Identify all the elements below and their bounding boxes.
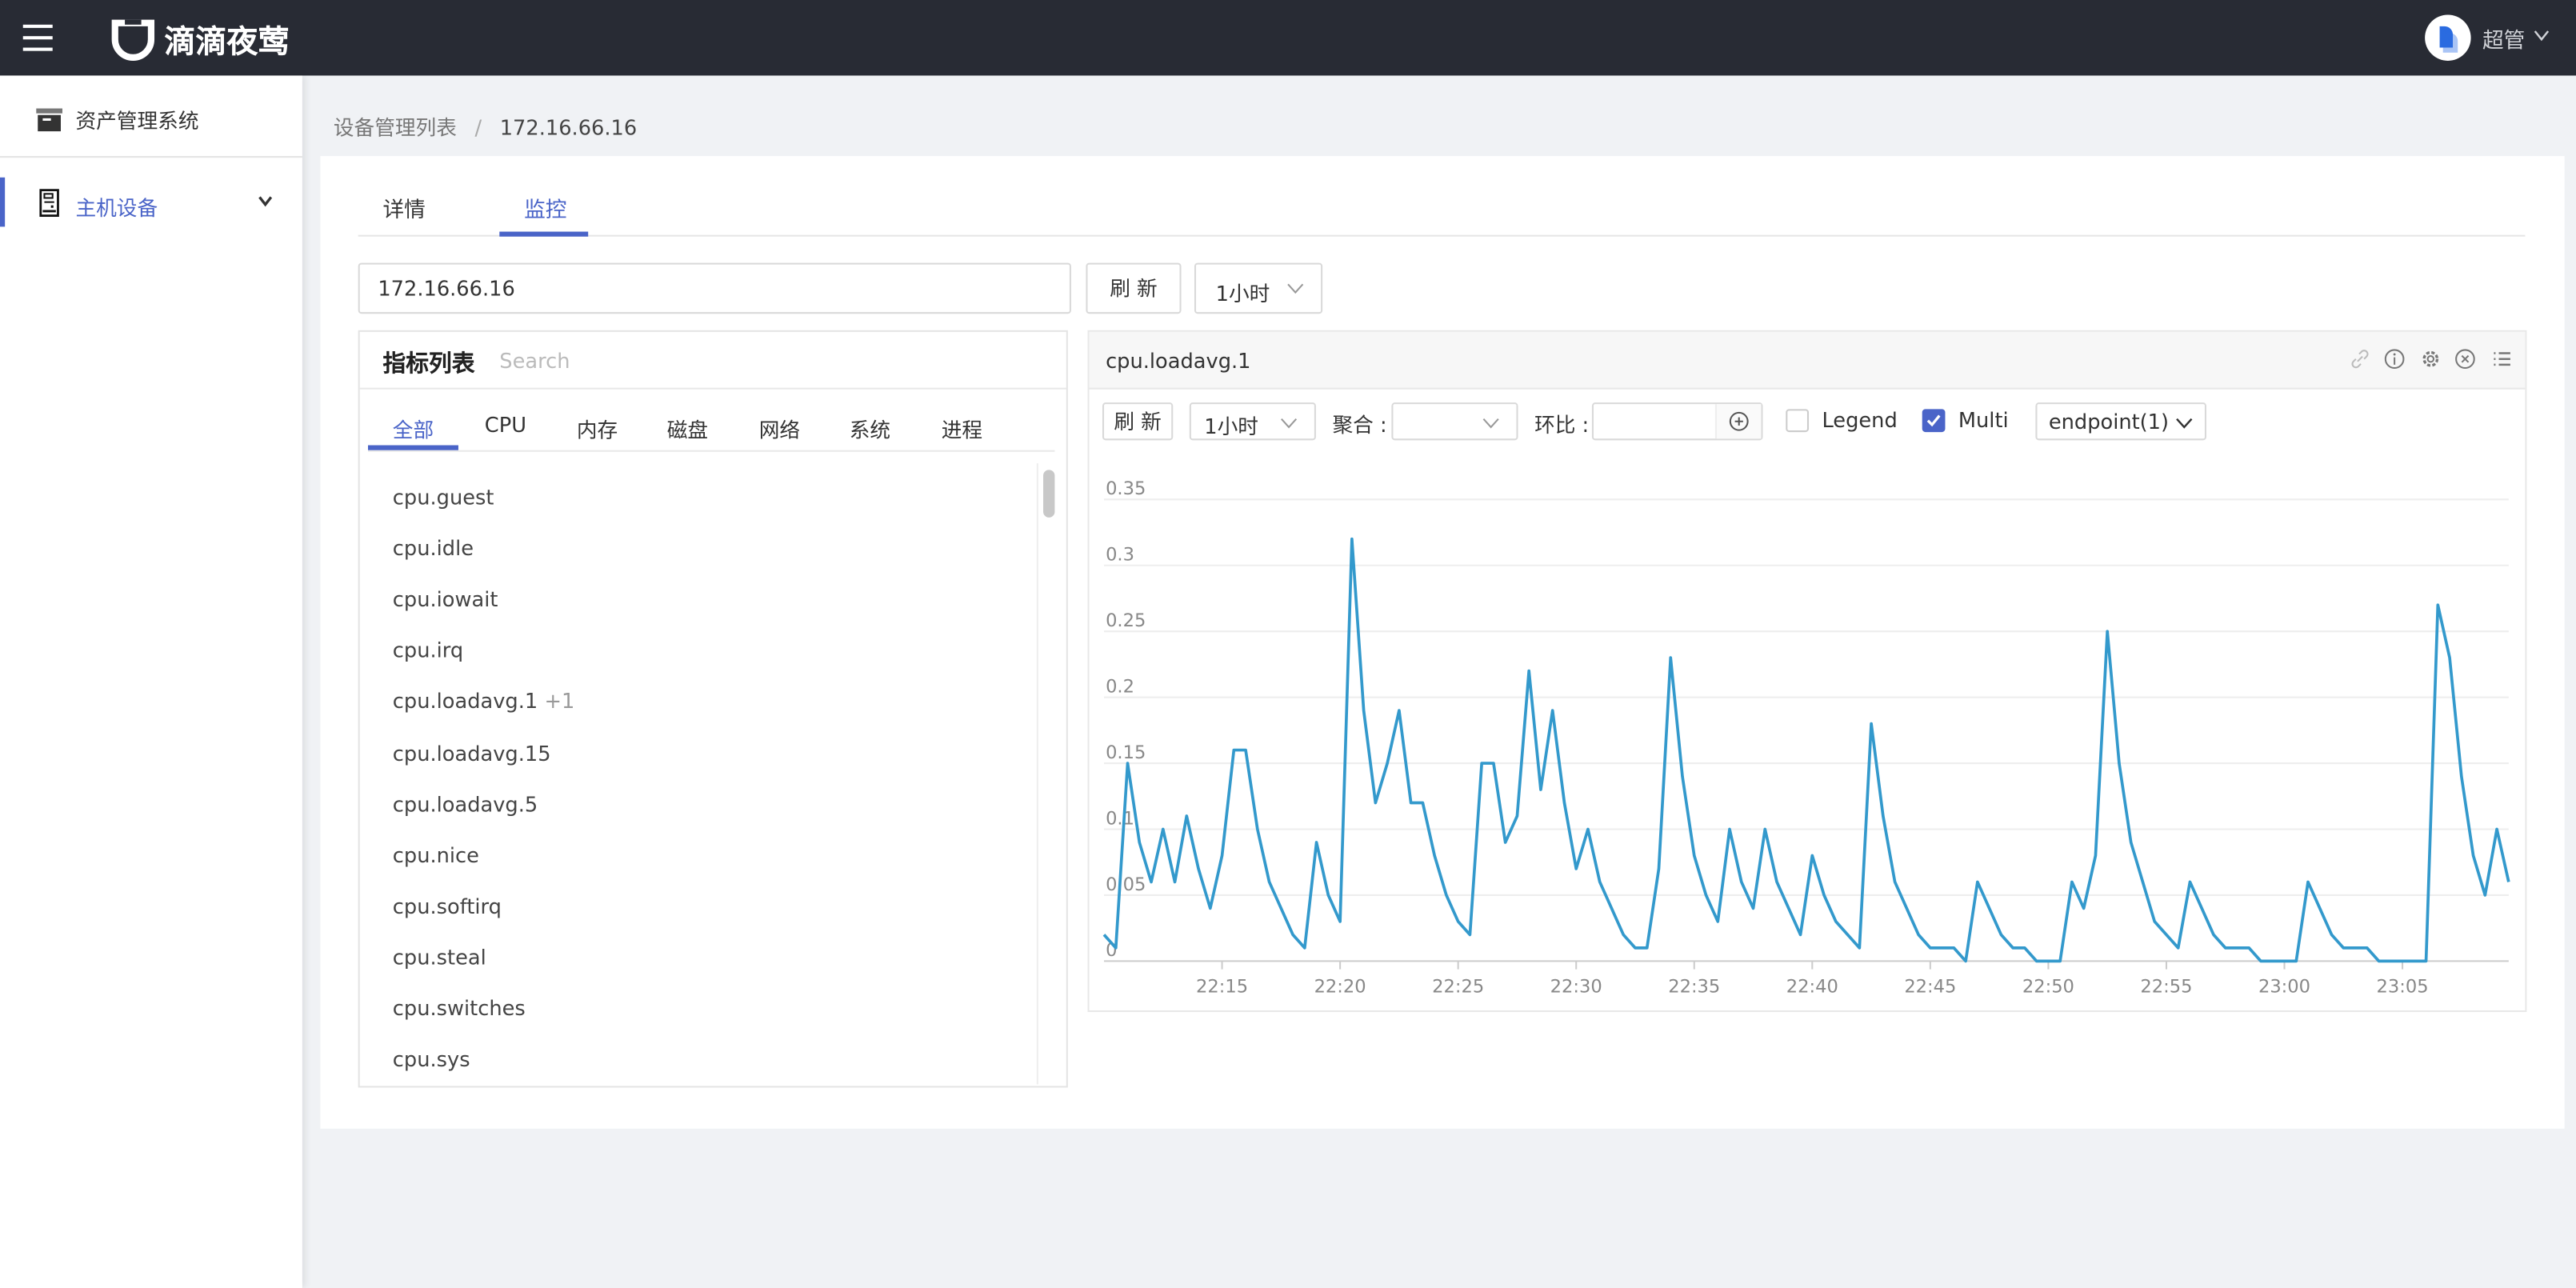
y-tick-label: 0.2	[1106, 676, 1134, 697]
x-tick-label: 22:30	[1550, 976, 1602, 997]
y-tick-label: 0.1	[1106, 808, 1134, 829]
x-tick-label: 22:40	[1786, 976, 1838, 997]
x-tick-label: 22:50	[2022, 976, 2074, 997]
x-tick-label: 23:05	[2377, 976, 2429, 997]
x-tick-label: 22:15	[1196, 976, 1248, 997]
y-tick-label: 0.35	[1106, 478, 1146, 499]
x-tick-label: 23:00	[2258, 976, 2310, 997]
y-tick-label: 0.25	[1106, 610, 1146, 631]
app-root: 滴滴夜莺 超管 资产管理系统 主机设备 设备管理列表 / 172.16.66.1…	[0, 0, 2576, 1288]
x-tick-label: 22:35	[1668, 976, 1720, 997]
y-tick-label: 0.15	[1106, 742, 1146, 763]
x-tick-label: 22:55	[2140, 976, 2192, 997]
x-tick-label: 22:45	[1904, 976, 1956, 997]
x-tick-label: 22:20	[1314, 976, 1366, 997]
x-tick-label: 22:25	[1432, 976, 1484, 997]
y-tick-label: 0.05	[1106, 874, 1146, 895]
line-chart: 00.050.10.150.20.250.30.3522:15 22:20 22:2…	[1102, 478, 2510, 997]
series-line	[1102, 537, 2510, 963]
y-tick-label: 0.3	[1106, 545, 1134, 566]
